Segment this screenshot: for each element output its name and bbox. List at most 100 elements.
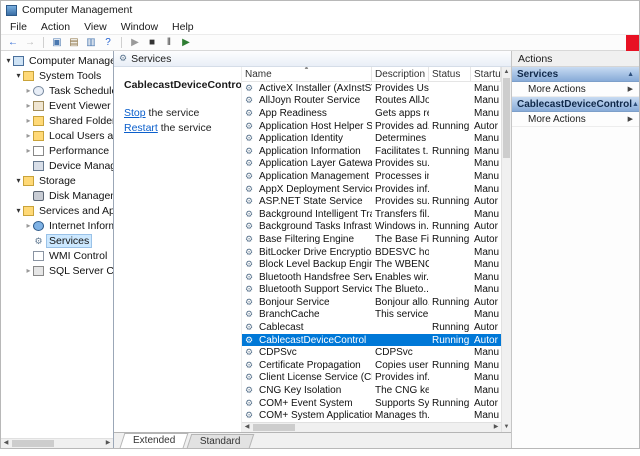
service-row[interactable]: ⚙ Bonjour Service Bonjour allo...Running Au… [242, 296, 501, 309]
menu-window[interactable]: Window [114, 21, 165, 33]
menu-help[interactable]: Help [165, 21, 201, 33]
tree-item-services-and-applications[interactable]: ▾ Services and Applications [1, 203, 113, 218]
column-header-name[interactable]: Name ▲ [242, 67, 372, 81]
tab-standard[interactable]: Standard [186, 434, 255, 448]
service-row[interactable]: ⚙ Application Management Processes in... Ma… [242, 170, 501, 183]
scrollbar-thumb[interactable] [253, 424, 295, 431]
service-row[interactable]: ⚙ Background Intelligent Tran...Transfers… [242, 208, 501, 221]
tree-item-services[interactable]: ⚙ Services [1, 233, 113, 248]
service-row[interactable]: ⚙ COM+ Event System Supports Sy...Running A… [242, 397, 501, 410]
tree-item-shared-folders[interactable]: ▸ Shared Folders [1, 113, 113, 128]
properties-icon[interactable]: ▤ [66, 35, 82, 50]
service-row[interactable]: ⚙ BranchCache This service ... Manu [242, 309, 501, 322]
export-list-icon[interactable]: ▥ [83, 35, 99, 50]
tree-item-disk-management[interactable]: Disk Management [1, 188, 113, 203]
service-row[interactable]: ⚙ Client License Service (ClipS...Provide… [242, 372, 501, 385]
tree-item-wmi-control[interactable]: WMI Control [1, 248, 113, 263]
service-row[interactable]: ⚙ Block Level Backup Engine ...The WBENG.… [242, 258, 501, 271]
action-item-more-actions[interactable]: More Actions ▶ [512, 112, 639, 127]
scrollbar-thumb[interactable] [503, 78, 510, 158]
task-link-stop[interactable]: Stop [124, 107, 146, 119]
tree-item-event-viewer[interactable]: ▸ Event Viewer [1, 98, 113, 113]
menu-view[interactable]: View [77, 21, 114, 33]
service-row[interactable]: ⚙ Bluetooth Handsfree ServiceEnables wir.… [242, 271, 501, 284]
service-row[interactable]: ⚙ CNG Key Isolation The CNG ke... Manu [242, 384, 501, 397]
tree-item-sql-server-configuratio[interactable]: ▸ SQL Server Configuratio [1, 263, 113, 278]
start-service-icon[interactable]: ▶ [127, 35, 143, 50]
service-row[interactable]: ⚙ Application Layer Gateway ...Provides s… [242, 158, 501, 171]
back-icon[interactable]: ← [5, 35, 21, 50]
service-row[interactable]: ⚙ Background Tasks Infrastru...Windows in… [242, 221, 501, 234]
service-gear-icon: ⚙ [244, 246, 254, 257]
service-row[interactable]: ⚙ Certificate Propagation Copies user ...R… [242, 359, 501, 372]
service-row[interactable]: ⚙ App Readiness Gets apps re... Manu [242, 107, 501, 120]
task-link-restart[interactable]: Restart [124, 122, 158, 134]
expander-expanded-icon[interactable]: ▾ [14, 206, 23, 215]
actions-section-services[interactable]: Services ▲ [512, 67, 639, 82]
column-header-startu[interactable]: Startu [471, 67, 501, 81]
service-row[interactable]: ⚙ ASP.NET State Service Provides su...Runn… [242, 195, 501, 208]
expander-collapsed-icon[interactable]: ▸ [24, 146, 33, 155]
column-header-description[interactable]: Description [372, 67, 429, 81]
tree-item-storage[interactable]: ▾ Storage [1, 173, 113, 188]
tree-item-internet-information-ser[interactable]: ▸ Internet Information Ser [1, 218, 113, 233]
expander-collapsed-icon[interactable]: ▸ [24, 266, 33, 275]
tree-item-label: WMI Control [49, 249, 108, 262]
scroll-right-icon[interactable]: ▶ [103, 439, 113, 448]
tree-horizontal-scrollbar[interactable]: ◀ ▶ [1, 438, 113, 448]
pause-service-icon[interactable]: ‖ [161, 35, 177, 50]
service-row[interactable]: ⚙ Application Host Helper Ser...Provides … [242, 120, 501, 133]
scroll-down-icon[interactable]: ▼ [504, 422, 510, 432]
expander-expanded-icon[interactable]: ▾ [14, 176, 23, 185]
tab-extended[interactable]: Extended [119, 433, 189, 448]
collapse-section-icon[interactable]: ▲ [632, 101, 639, 108]
tree-item-local-users-and-groups[interactable]: ▸ Local Users and Groups [1, 128, 113, 143]
list-vertical-scrollbar[interactable]: ▲ ▼ [501, 67, 511, 432]
service-row[interactable]: ⚙ AppX Deployment Service (...Provides in… [242, 183, 501, 196]
close-icon[interactable] [626, 35, 639, 51]
tree-item-device-manager[interactable]: Device Manager [1, 158, 113, 173]
tree-item-task-scheduler[interactable]: ▸ Task Scheduler [1, 83, 113, 98]
action-item-more-actions[interactable]: More Actions ▶ [512, 82, 639, 97]
tree-item-computer-management-local[interactable]: ▾ Computer Management (Local [1, 53, 113, 68]
expander-collapsed-icon[interactable]: ▸ [24, 131, 33, 140]
service-row[interactable]: ⚙ Application Identity Determines ... Manu [242, 132, 501, 145]
expander-expanded-icon[interactable]: ▾ [4, 56, 13, 65]
expander-collapsed-icon[interactable]: ▸ [24, 101, 33, 110]
collapse-section-icon[interactable]: ▲ [627, 71, 634, 78]
stop-service-icon[interactable]: ■ [144, 35, 160, 50]
expander-collapsed-icon[interactable]: ▸ [24, 221, 33, 230]
expander-collapsed-icon[interactable]: ▸ [24, 116, 33, 125]
list-horizontal-scrollbar[interactable]: ◀ ▶ [242, 422, 501, 432]
scroll-right-icon[interactable]: ▶ [491, 423, 501, 432]
forward-icon[interactable]: → [22, 35, 38, 50]
scroll-left-icon[interactable]: ◀ [242, 423, 252, 432]
scroll-up-icon[interactable]: ▲ [504, 67, 510, 77]
scroll-left-icon[interactable]: ◀ [1, 439, 11, 448]
show-console-tree-icon[interactable]: ▣ [49, 35, 65, 50]
column-header-status[interactable]: Status [429, 67, 471, 81]
service-startup: Manu [474, 183, 500, 195]
service-row[interactable]: ⚙ COM+ System ApplicationManages th... Man… [242, 409, 501, 422]
expander-collapsed-icon[interactable]: ▸ [24, 86, 33, 95]
service-row[interactable]: ⚙ BitLocker Drive Encryption ...BDESVC ho… [242, 246, 501, 259]
expander-expanded-icon[interactable]: ▾ [14, 71, 23, 80]
help-icon[interactable]: ? [100, 35, 116, 50]
service-row[interactable]: ⚙ CablecastDeviceControl Running Autor [242, 333, 501, 347]
menu-action[interactable]: Action [34, 21, 77, 33]
service-row[interactable]: ⚙ Bluetooth Support Service The Blueto... M… [242, 284, 501, 297]
service-row[interactable]: ⚙ Application Information Facilitates t...… [242, 145, 501, 158]
service-startup: Manu [474, 385, 500, 397]
actions-section-cablecastdevicecontrol[interactable]: CablecastDeviceControl ▲ [512, 97, 639, 112]
service-row[interactable]: ⚙ AllJoyn Router Service Routes AllJo... Ma… [242, 95, 501, 108]
service-row[interactable]: ⚙ CDPSvc CDPSvc Manu [242, 346, 501, 359]
service-row[interactable]: ⚙ Base Filtering Engine The Base Fil...Run… [242, 233, 501, 246]
service-row[interactable]: ⚙ Cablecast Running Autor [242, 321, 501, 334]
service-gear-icon: ⚙ [244, 208, 254, 219]
restart-service-icon[interactable]: ▶ [178, 35, 194, 50]
scrollbar-thumb[interactable] [12, 440, 54, 447]
service-row[interactable]: ⚙ ActiveX Installer (AxInstSV) Provides Us… [242, 82, 501, 95]
tree-item-performance[interactable]: ▸ Performance [1, 143, 113, 158]
tree-item-system-tools[interactable]: ▾ System Tools [1, 68, 113, 83]
menu-file[interactable]: File [3, 21, 34, 33]
